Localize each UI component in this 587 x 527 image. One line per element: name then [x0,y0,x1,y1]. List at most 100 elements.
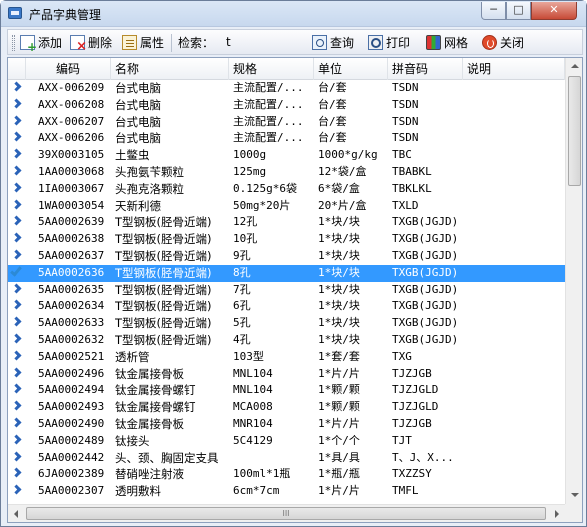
table-cell[interactable]: 1*颗/颗 [318,399,388,416]
table-cell[interactable]: TXG [392,349,464,366]
table-row[interactable]: 1IA0003067 头孢克洛颗粒 0.125g*6袋 6*袋/盒 TBKLKL [8,181,565,198]
table-cell[interactable]: 台/套 [318,97,388,114]
table-cell[interactable]: MNL104 [233,382,313,399]
scroll-left-arrow-icon[interactable] [8,505,25,522]
table-cell[interactable]: 5AA0002521 [38,349,113,366]
table-cell[interactable]: 土鳖虫 [115,147,229,164]
add-button[interactable]: 添加 [20,33,62,54]
chevron-right-icon[interactable] [11,283,25,297]
table-cell[interactable]: AXX-006207 [38,114,113,131]
toolbar-grip[interactable] [12,35,15,51]
table-cell[interactable]: 主流配置/... [233,80,313,97]
table-cell[interactable]: 1*块/块 [318,214,388,231]
table-cell[interactable]: T型钢板(胫骨近端) [115,231,229,248]
table-row[interactable]: 5AA0002521 透析管 103型 1*套/套 TXG [8,349,565,366]
checkmark-icon[interactable] [10,264,25,280]
table-cell[interactable]: 1WA0003054 [38,198,113,215]
table-row[interactable]: 5AA0002489 钛接头 5C4129 1*个/个 TJT [8,433,565,450]
table-cell[interactable]: 20*片/盒 [318,198,388,215]
table-cell[interactable]: 1*套/套 [318,349,388,366]
title-bar[interactable]: 产品字典管理 ─ □ ✕ [1,1,586,27]
table-cell[interactable]: TXGB(JGJD) [392,298,464,315]
table-cell[interactable]: 1IA0003067 [38,181,113,198]
table-cell[interactable]: 钛金属接骨螺钉 [115,382,229,399]
table-row[interactable]: 5AA0002490 钛金属接骨板 MNR104 1*片/片 TJZJGB [8,416,565,433]
table-cell[interactable] [467,164,563,181]
table-cell[interactable]: 9孔 [233,248,313,265]
table-cell[interactable]: T型钢板(胫骨近端) [115,332,229,349]
table-cell[interactable]: 5AA0002307 [38,483,113,500]
table-cell[interactable]: 透明敷料 [115,483,229,500]
table-cell[interactable]: TJZJGB [392,366,464,383]
table-cell[interactable]: 125mg [233,164,313,181]
table-cell[interactable] [467,80,563,97]
table-cell[interactable]: 台式电脑 [115,114,229,131]
search-input[interactable] [224,33,284,51]
table-cell[interactable]: 12孔 [233,214,313,231]
table-row[interactable]: 5AA0002493 钛金属接骨螺钉 MCA008 1*颗/颗 TJZJGLD [8,399,565,416]
table-cell[interactable]: 替硝唑注射液 [115,466,229,483]
chevron-right-icon[interactable] [11,333,25,347]
table-cell[interactable]: TMFL [392,483,464,500]
table-cell[interactable]: 5AA0002496 [38,366,113,383]
chevron-right-icon[interactable] [11,182,25,196]
table-row[interactable]: 5AA0002634 T型钢板(胫骨近端) 6孔 1*块/块 TXGB(JGJD) [8,298,565,315]
chevron-right-icon[interactable] [11,148,25,162]
minimize-button[interactable]: ─ [481,2,506,20]
column-header-name[interactable]: 名称 [111,58,229,80]
chevron-right-icon[interactable] [11,417,25,431]
table-cell[interactable]: 1000*g/kg [318,147,388,164]
table-cell[interactable] [467,298,563,315]
table-cell[interactable]: 5AA0002489 [38,433,113,450]
print-button[interactable]: 打印 [368,33,410,51]
table-cell[interactable]: 1*瓶/瓶 [318,466,388,483]
table-cell[interactable]: 6cm*7cm [233,483,313,500]
table-cell[interactable]: 5AA0002633 [38,315,113,332]
table-cell[interactable]: TXZZSY [392,466,464,483]
table-cell[interactable] [467,282,563,299]
chevron-right-icon[interactable] [11,451,25,465]
table-cell[interactable] [233,450,313,467]
table-cell[interactable]: 103型 [233,349,313,366]
table-cell[interactable]: 4孔 [233,332,313,349]
table-cell[interactable]: TXLD [392,198,464,215]
table-cell[interactable]: 1*个/个 [318,433,388,450]
table-row[interactable]: 5AA0002637 T型钢板(胫骨近端) 9孔 1*块/块 TXGB(JGJD) [8,248,565,265]
chevron-right-icon[interactable] [11,350,25,364]
table-cell[interactable]: 6孔 [233,298,313,315]
table-cell[interactable]: 1*片/片 [318,416,388,433]
chevron-right-icon[interactable] [11,434,25,448]
table-cell[interactable]: 5AA0002632 [38,332,113,349]
table-cell[interactable]: TXGB(JGJD) [392,231,464,248]
table-row[interactable]: 5AA0002442 头、颈、胸固定支具 1*具/具 T、J、X... [8,450,565,467]
close-button[interactable]: 关闭 [482,33,524,51]
table-cell[interactable] [467,416,563,433]
chevron-right-icon[interactable] [11,115,25,129]
table-cell[interactable]: 1*块/块 [318,315,388,332]
table-cell[interactable] [467,382,563,399]
chevron-right-icon[interactable] [11,484,25,498]
table-cell[interactable]: TJZJGLD [392,382,464,399]
horizontal-scrollbar[interactable]: III [8,504,565,522]
table-cell[interactable]: 1*块/块 [318,231,388,248]
chevron-right-icon[interactable] [11,199,25,213]
table-cell[interactable] [467,231,563,248]
table-row[interactable]: 5AA0002638 T型钢板(胫骨近端) 10孔 1*块/块 TXGB(JGJD) [8,231,565,248]
table-cell[interactable]: 台/套 [318,80,388,97]
table-row[interactable]: 5AA0002635 T型钢板(胫骨近端) 7孔 1*块/块 TXGB(JGJD) [8,282,565,299]
table-cell[interactable]: 0.125g*6袋 [233,181,313,198]
chevron-right-icon[interactable] [11,165,25,179]
table-cell[interactable]: 头孢氨苄颗粒 [115,164,229,181]
table-cell[interactable]: TBABKL [392,164,464,181]
column-header-pinyin[interactable]: 拼音码 [388,58,463,80]
table-cell[interactable]: 1*片/片 [318,483,388,500]
table-cell[interactable]: 台式电脑 [115,130,229,147]
table-cell[interactable]: TBKLKL [392,181,464,198]
grid-button[interactable]: 网格 [426,33,468,51]
vertical-scrollbar[interactable] [565,58,582,504]
table-row[interactable]: AXX-006206 台式电脑 主流配置/... 台/套 TSDN [8,130,565,147]
table-row[interactable]: 1AA0003068 头孢氨苄颗粒 125mg 12*袋/盒 TBABKL [8,164,565,181]
chevron-right-icon[interactable] [11,131,25,145]
table-cell[interactable]: T型钢板(胫骨近端) [115,298,229,315]
table-cell[interactable]: 8孔 [233,265,313,282]
